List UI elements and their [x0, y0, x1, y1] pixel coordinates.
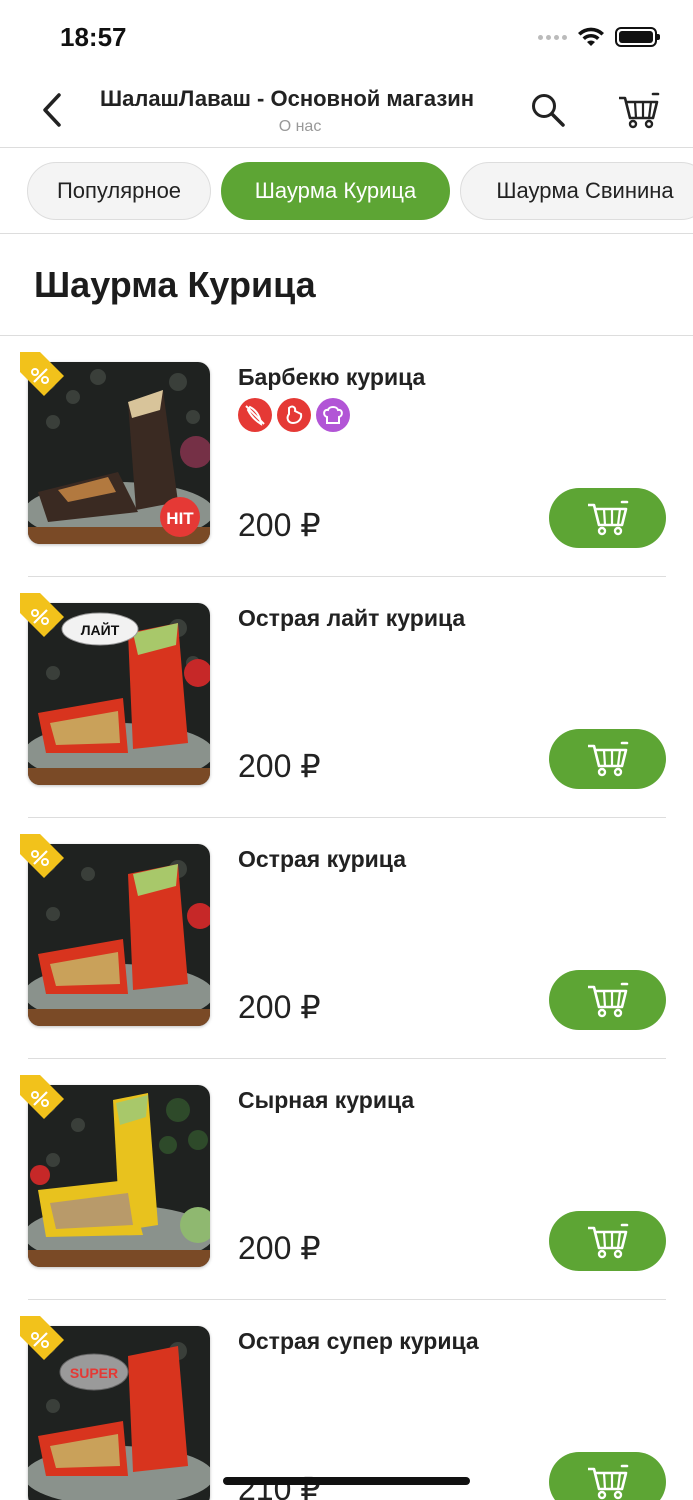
category-chip-pork-shawarma[interactable]: Шаурма Свинина: [460, 162, 693, 220]
cart-icon: [587, 982, 628, 1018]
cart-button[interactable]: [614, 86, 664, 134]
product-price: 200 ₽: [238, 507, 321, 543]
svg-text:HIT: HIT: [166, 509, 194, 528]
section-title: Шаурма Курица: [34, 264, 316, 305]
category-chip-popular[interactable]: Популярное: [27, 162, 211, 220]
wifi-icon: [578, 27, 604, 46]
pepper-icon: [238, 398, 272, 432]
cart-icon: [587, 500, 628, 536]
product-price: 210 ₽: [238, 1471, 321, 1500]
back-button[interactable]: [30, 88, 74, 132]
chef-hat-icon: [316, 398, 350, 432]
product-name[interactable]: Сырная курица: [238, 1087, 414, 1114]
discount-badge-icon: [20, 834, 64, 878]
home-indicator[interactable]: [223, 1477, 470, 1485]
product-name[interactable]: Острая супер курица: [238, 1328, 479, 1355]
add-to-cart-button[interactable]: [549, 1452, 666, 1500]
about-link[interactable]: О нас: [100, 118, 500, 136]
discount-badge-icon: [20, 352, 64, 396]
svg-text:SUPER: SUPER: [70, 1365, 118, 1381]
cart-icon: [587, 1223, 628, 1259]
search-button[interactable]: [526, 88, 570, 132]
product-name[interactable]: Острая лайт курица: [238, 605, 465, 632]
discount-badge-icon: [20, 1075, 64, 1119]
cart-icon: [587, 741, 628, 777]
nav-bar: ШалашЛаваш - Основной магазин О нас: [0, 70, 693, 148]
cart-icon: [619, 92, 660, 129]
product-item[interactable]: Сырная курица 200 ₽: [0, 1059, 693, 1300]
category-chip-chicken-shawarma[interactable]: Шаурма Курица: [221, 162, 450, 220]
product-tags: [238, 398, 350, 432]
product-item[interactable]: Острая курица 200 ₽: [0, 818, 693, 1059]
discount-badge-icon: [20, 593, 64, 637]
product-price: 200 ₽: [238, 748, 321, 784]
chicken-icon: [277, 398, 311, 432]
discount-badge-icon: [20, 1316, 64, 1360]
search-icon: [532, 94, 565, 127]
product-item[interactable]: ЛАЙТ Острая лайт курица 200 ₽: [0, 577, 693, 818]
add-to-cart-button[interactable]: [549, 970, 666, 1030]
status-bar: 18:57: [0, 0, 693, 70]
product-name[interactable]: Острая курица: [238, 846, 406, 873]
battery-icon: [615, 27, 660, 47]
status-time: 18:57: [60, 22, 127, 52]
product-item[interactable]: SUPER Острая супер курица 210 ₽: [0, 1300, 693, 1500]
product-name[interactable]: Барбекю курица: [238, 364, 425, 391]
add-to-cart-button[interactable]: [549, 488, 666, 548]
chevron-left-icon: [43, 93, 61, 127]
status-icons: [538, 26, 660, 48]
cart-icon: [587, 1464, 628, 1500]
product-price: 200 ₽: [238, 989, 321, 1025]
page-title[interactable]: ШалашЛаваш - Основной магазин: [100, 86, 500, 112]
product-price: 200 ₽: [238, 1230, 321, 1266]
add-to-cart-button[interactable]: [549, 729, 666, 789]
add-to-cart-button[interactable]: [549, 1211, 666, 1271]
svg-text:ЛАЙТ: ЛАЙТ: [81, 621, 120, 638]
category-bar: Популярное Шаурма Курица Шаурма Свинина: [0, 148, 693, 234]
signal-icon: [538, 34, 567, 40]
product-item[interactable]: HIT Барбекю курица 200 ₽: [0, 336, 693, 577]
